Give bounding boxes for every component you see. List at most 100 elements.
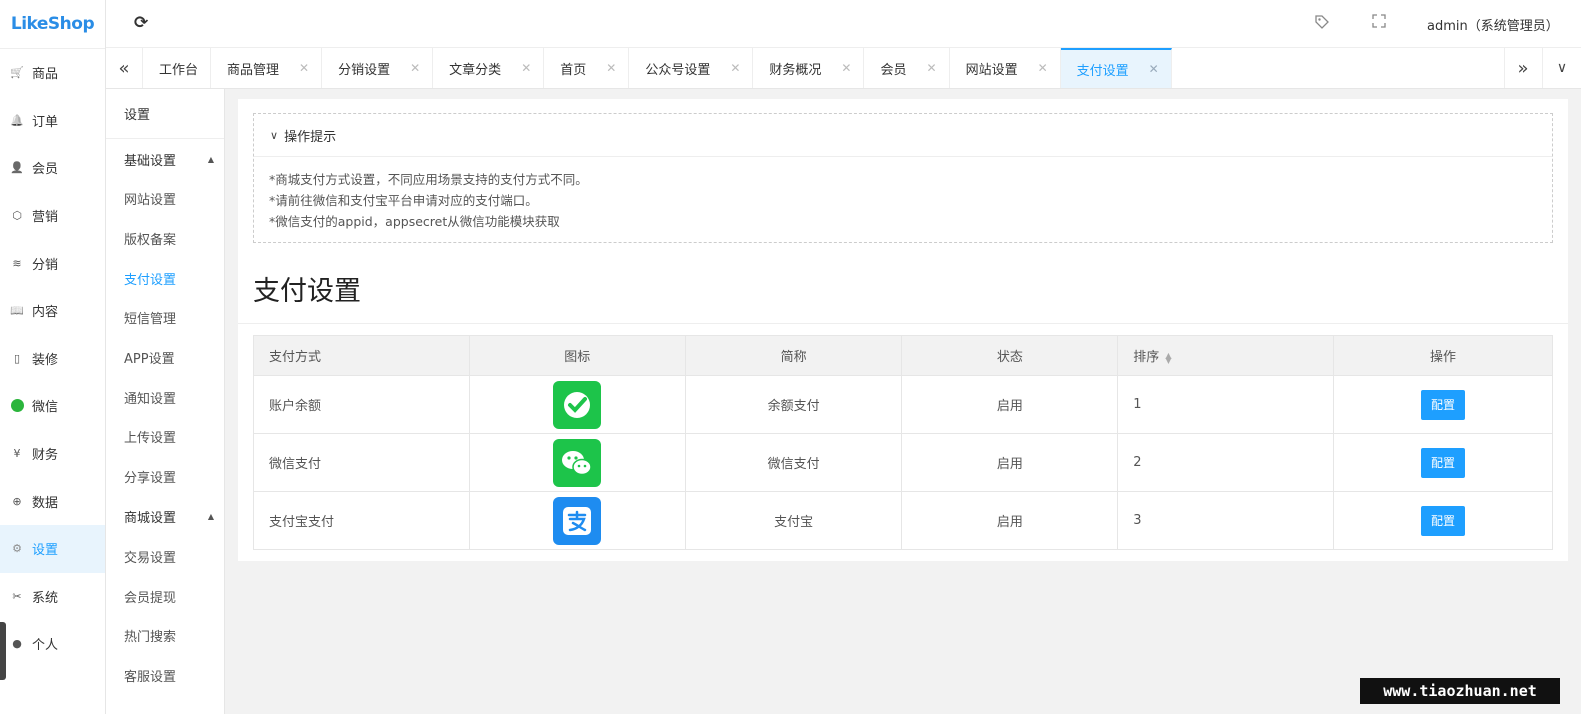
sidebar-item-0[interactable]: 🛒 商品 xyxy=(0,49,105,97)
close-icon[interactable]: ✕ xyxy=(1038,61,1048,75)
tabs-prev-icon[interactable]: « xyxy=(106,48,143,88)
cube-icon: ⬡ xyxy=(12,209,22,223)
subnav-item-items1-0[interactable]: 网站设置 xyxy=(106,179,224,219)
subnav-item-items1-2[interactable]: 支付设置 xyxy=(106,258,224,298)
cell-method: 账户余额 xyxy=(253,375,470,434)
subnav-group-basic[interactable]: 基础设置 ▲ xyxy=(106,139,224,179)
cell-status: 启用 xyxy=(901,433,1119,492)
tab-2[interactable]: 分销设置 ✕ xyxy=(322,48,434,88)
sidebar-drag-handle[interactable] xyxy=(0,622,6,680)
table-header-row: 支付方式 图标 简称 状态 排序 ▲ ▼ 操作 xyxy=(253,335,1553,376)
sidebar-item-6[interactable]: ▯ 装修 xyxy=(0,335,105,383)
tabs-menu-chevron-down-icon[interactable]: ∨ xyxy=(1542,48,1581,88)
sidebar-item-11[interactable]: ✂ 系统 xyxy=(0,573,105,621)
tab-5[interactable]: 公众号设置 ✕ xyxy=(629,48,754,88)
cell-status: 启用 xyxy=(901,491,1119,550)
tabs-next-icon[interactable]: » xyxy=(1504,48,1541,88)
subnav-group-mall[interactable]: 商城设置 ▲ xyxy=(106,497,224,537)
yen-icon: ¥ xyxy=(13,447,21,461)
close-icon[interactable]: ✕ xyxy=(1149,62,1159,76)
sidebar-item-1[interactable]: 🔔 订单 xyxy=(0,97,105,145)
subnav-item-items1-5[interactable]: 通知设置 xyxy=(106,377,224,417)
close-icon[interactable]: ✕ xyxy=(521,61,531,75)
cell-action: 配置 xyxy=(1333,375,1553,434)
person-icon: ● xyxy=(12,637,22,651)
close-icon[interactable]: ✕ xyxy=(410,61,420,75)
subnav-item-items2-2[interactable]: 热门搜索 xyxy=(106,616,224,656)
th-sort[interactable]: 排序 ▲ ▼ xyxy=(1117,335,1335,376)
alipay-icon xyxy=(553,496,602,545)
balance-pay-icon xyxy=(553,380,602,429)
subnav-item-items2-0[interactable]: 交易设置 xyxy=(106,537,224,577)
subnav-item-items1-7[interactable]: 分享设置 xyxy=(106,457,224,497)
config-button[interactable]: 配置 xyxy=(1421,505,1466,536)
tab-label: 商品管理 xyxy=(227,62,280,78)
tab-1[interactable]: 商品管理 ✕ xyxy=(211,48,323,88)
sidebar-item-label: 营销 xyxy=(32,210,59,226)
th-icon: 图标 xyxy=(468,335,686,376)
tab-8[interactable]: 网站设置 ✕ xyxy=(950,48,1061,88)
user-menu[interactable]: admin（系统管理员） xyxy=(1427,15,1559,34)
tab-4[interactable]: 首页 ✕ xyxy=(544,48,630,88)
fullscreen-icon[interactable] xyxy=(1372,14,1390,32)
config-button[interactable]: 配置 xyxy=(1421,447,1466,478)
tips-title: 操作提示 xyxy=(284,129,337,145)
subnav-group-label: 基础设置 xyxy=(124,153,177,169)
phone-icon: ▯ xyxy=(13,351,21,365)
top-header: ⟳ admin（系统管理员） xyxy=(106,0,1581,48)
sidebar-item-label: 分销 xyxy=(32,257,59,273)
sidebar-item-5[interactable]: 📖 内容 xyxy=(0,287,105,335)
subnav-item-items2-3[interactable]: 客服设置 xyxy=(106,656,224,696)
refresh-icon[interactable]: ⟳ xyxy=(134,14,152,32)
table-row: 支付宝支付 支付宝 启用 3 配置 xyxy=(253,491,1553,550)
cell-icon xyxy=(468,491,686,550)
tab-3[interactable]: 文章分类 ✕ xyxy=(433,48,545,88)
cell-short: 支付宝 xyxy=(684,491,903,550)
subnav-item-items1-1[interactable]: 版权备案 xyxy=(106,219,224,259)
tab-7[interactable]: 会员 ✕ xyxy=(864,48,950,88)
config-button[interactable]: 配置 xyxy=(1421,389,1466,420)
th-method: 支付方式 xyxy=(253,335,470,376)
sidebar-item-7[interactable]: 微信 xyxy=(0,382,105,430)
close-icon[interactable]: ✕ xyxy=(730,61,740,75)
subnav-item-items1-6[interactable]: 上传设置 xyxy=(106,417,224,457)
tips-header[interactable]: ∨ 操作提示 xyxy=(254,114,1552,157)
close-icon[interactable]: ✕ xyxy=(606,61,616,75)
subnav-item-items1-4[interactable]: APP设置 xyxy=(106,338,224,378)
close-icon[interactable]: ✕ xyxy=(299,61,309,75)
tab-6[interactable]: 财务概况 ✕ xyxy=(753,48,865,88)
cell-status: 启用 xyxy=(901,375,1119,434)
sidebar-item-label: 商品 xyxy=(32,67,59,83)
cell-short: 微信支付 xyxy=(684,433,903,492)
sidebar-item-9[interactable]: ⊕ 数据 xyxy=(0,477,105,525)
sidebar-item-4[interactable]: ≋ 分销 xyxy=(0,239,105,287)
tab-9[interactable]: 支付设置 ✕ xyxy=(1060,48,1172,88)
tab-label: 财务概况 xyxy=(769,62,822,78)
sidebar-item-10[interactable]: ⚙ 设置 xyxy=(0,524,105,573)
close-icon[interactable]: ✕ xyxy=(927,61,937,75)
sidebar-item-label: 系统 xyxy=(32,590,59,606)
tools-icon: ✂ xyxy=(12,589,22,603)
sidebar-item-3[interactable]: ⬡ 营销 xyxy=(0,192,105,240)
sidebar-item-label: 财务 xyxy=(32,448,59,464)
subnav-items-basic: 网站设置 版权备案 支付设置 短信管理 APP设置 通知设置 上传设置 分享设置 xyxy=(106,179,224,497)
sidebar-item-8[interactable]: ¥ 财务 xyxy=(0,430,105,478)
sidebar-item-12[interactable]: ● 个人 xyxy=(0,620,105,668)
settings-subnav: 设置 基础设置 ▲ 网站设置 版权备案 支付设置 短信管理 APP设置 通知设置 上传设置分… xyxy=(106,89,225,714)
tab-0[interactable]: 工作台 xyxy=(143,48,212,88)
sidebar-item-2[interactable]: 👤 会员 xyxy=(0,144,105,192)
caret-up-icon: ▲ xyxy=(207,154,214,164)
tag-icon[interactable] xyxy=(1314,14,1332,32)
sidebar-item-label: 订单 xyxy=(32,114,59,130)
tab-label: 支付设置 xyxy=(1076,63,1129,79)
sidebar-item-label: 内容 xyxy=(32,305,59,321)
cell-sort: 1 xyxy=(1117,375,1335,434)
page-title: 支付设置 xyxy=(253,276,361,307)
app-logo[interactable]: LikeShop xyxy=(0,0,105,49)
subnav-item-items1-3[interactable]: 短信管理 xyxy=(106,298,224,338)
close-icon[interactable]: ✕ xyxy=(841,61,851,75)
sort-icon[interactable]: ▲ ▼ xyxy=(1165,351,1171,364)
sidebar-item-label: 设置 xyxy=(32,543,59,559)
subnav-item-items2-1[interactable]: 会员提现 xyxy=(106,576,224,616)
user-icon: 👤 xyxy=(10,161,24,175)
